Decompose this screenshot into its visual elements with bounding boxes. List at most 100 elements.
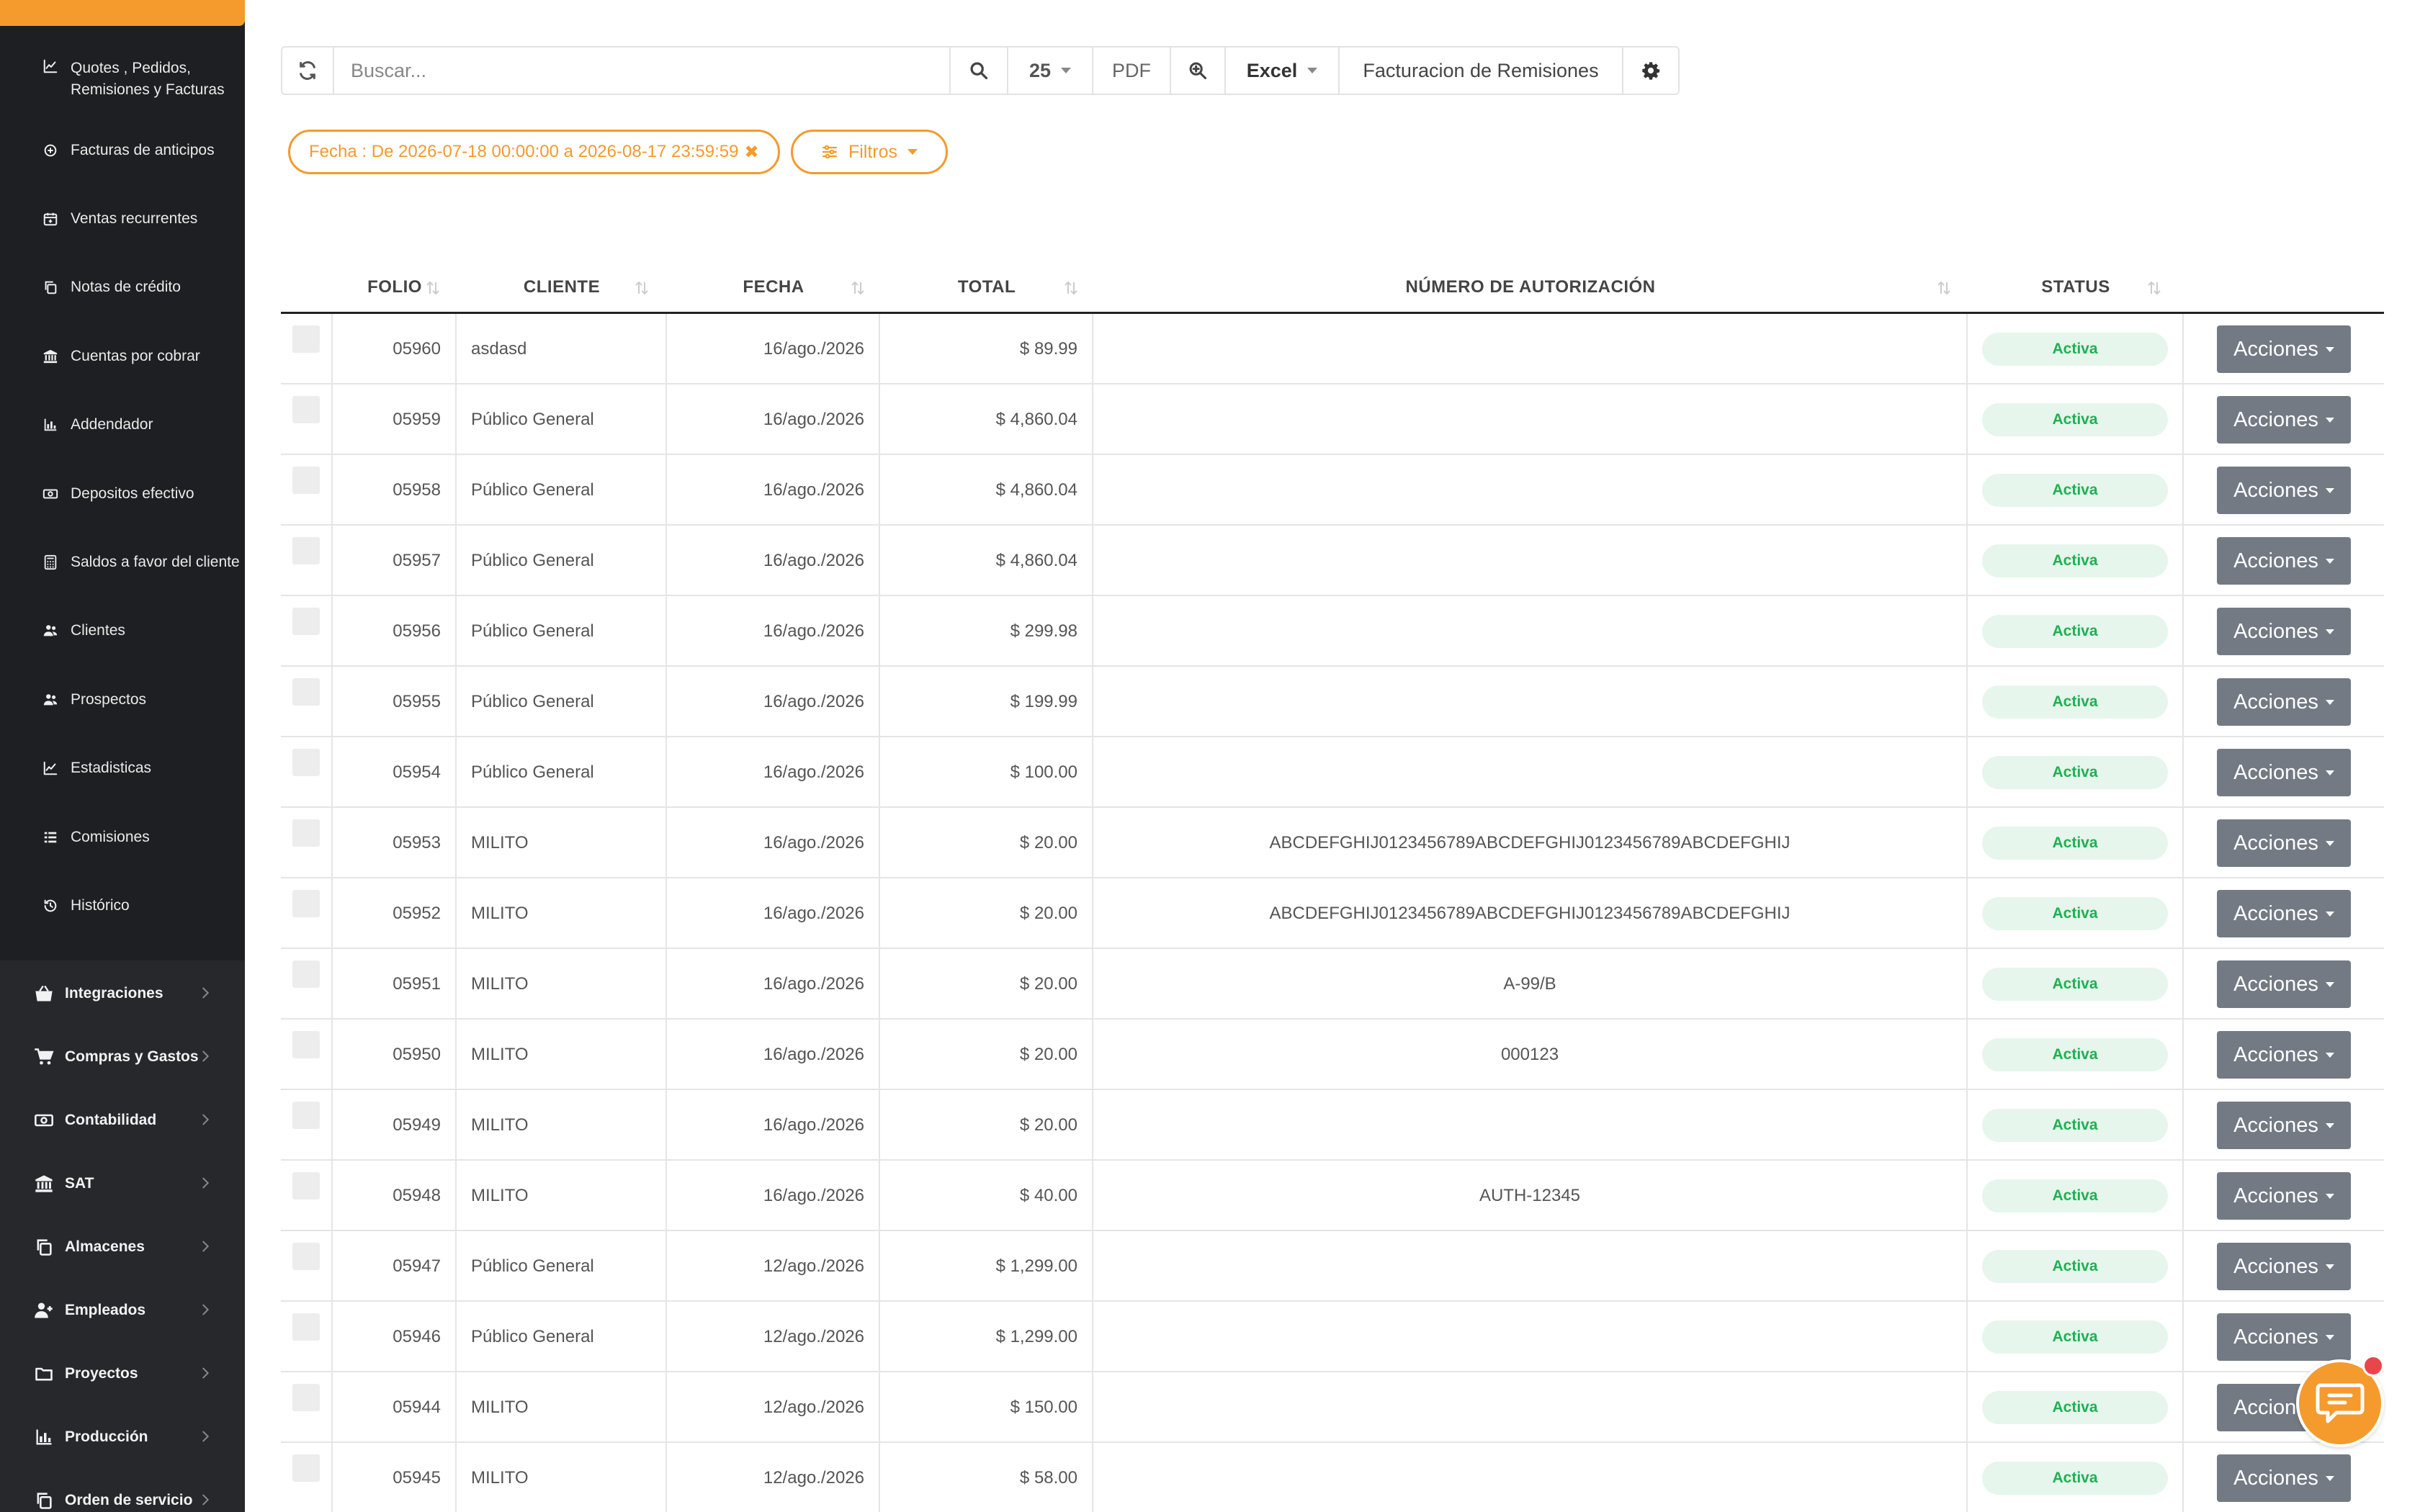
row-checkbox[interactable] — [292, 819, 320, 847]
actions-button[interactable]: Acciones — [2217, 467, 2351, 514]
actions-button[interactable]: Acciones — [2217, 960, 2351, 1008]
sidebar-subitem[interactable]: Quotes , Pedidos, Remisiones y Facturas — [0, 58, 245, 108]
sidebar-subitem[interactable]: Addendador — [0, 410, 245, 439]
row-checkbox[interactable] — [292, 608, 320, 635]
sidebar-subitem[interactable]: Comisiones — [0, 823, 245, 852]
row-checkbox[interactable] — [292, 1384, 320, 1411]
actions-button[interactable]: Acciones — [2217, 1313, 2351, 1361]
fecha-cell: 16/ago./2026 — [667, 596, 880, 667]
sidebar-subitem[interactable]: Depositos efectivo — [0, 480, 245, 508]
table-row[interactable]: 05954 Público General 16/ago./2026 $ 100.00… — [281, 737, 2384, 808]
status-cell: Activa — [1968, 596, 2184, 667]
sort-icon[interactable] — [1063, 279, 1079, 297]
actions-button[interactable]: Acciones — [2217, 678, 2351, 726]
sidebar-subitem[interactable]: Saldos a favor del cliente — [0, 548, 245, 577]
billing-remissions-button[interactable]: Facturacion de Remisiones — [1340, 48, 1623, 94]
folio-value: 05945 — [393, 1468, 441, 1488]
column-header-fecha[interactable]: FECHA — [667, 261, 880, 314]
column-header-total[interactable]: TOTAL — [880, 261, 1093, 314]
table-row[interactable]: 05948 MILITO 16/ago./2026 $ 40.00 AUTH-12345… — [281, 1161, 2384, 1231]
sidebar-item-compras-y-gastos[interactable]: Compras y Gastos — [0, 1035, 245, 1079]
sort-icon[interactable] — [634, 279, 650, 297]
autorizacion-cell — [1093, 526, 1968, 596]
refresh-button[interactable] — [282, 48, 334, 94]
table-row[interactable]: 05956 Público General 16/ago./2026 $ 299.98… — [281, 596, 2384, 667]
table-row[interactable]: 05957 Público General 16/ago./2026 $ 4,860.… — [281, 526, 2384, 596]
table-row[interactable]: 05960 asdasd 16/ago./2026 $ 89.99 Activa Acci… — [281, 314, 2384, 384]
table-row[interactable]: 05945 MILITO 12/ago./2026 $ 58.00 Activa Acci… — [281, 1443, 2384, 1512]
row-checkbox[interactable] — [292, 1031, 320, 1058]
sort-icon[interactable] — [1936, 279, 1952, 297]
actions-button[interactable]: Acciones — [2217, 537, 2351, 585]
sidebar-subitem[interactable]: Cuentas por cobrar — [0, 342, 245, 371]
sidebar-subitem[interactable]: Clientes — [0, 616, 245, 645]
table-row[interactable]: 05959 Público General 16/ago./2026 $ 4,860.… — [281, 384, 2384, 455]
sidebar-item-sat[interactable]: SAT — [0, 1162, 245, 1205]
table-row[interactable]: 05953 MILITO 16/ago./2026 $ 20.00 ABCDEFGHIJ… — [281, 808, 2384, 878]
sidebar-item-empleados[interactable]: Empleados — [0, 1289, 245, 1332]
table-row[interactable]: 05951 MILITO 16/ago./2026 $ 20.00 A-99/B Acti… — [281, 949, 2384, 1020]
table-row[interactable]: 05949 MILITO 16/ago./2026 $ 20.00 Activa Acci… — [281, 1090, 2384, 1161]
filters-button[interactable]: Filtros — [791, 130, 948, 174]
actions-button[interactable]: Acciones — [2217, 1243, 2351, 1290]
sidebar-subitem[interactable]: Estadisticas — [0, 754, 245, 783]
excel-dropdown[interactable]: Excel — [1226, 48, 1340, 94]
row-checkbox[interactable] — [292, 960, 320, 988]
sort-icon[interactable] — [425, 279, 441, 297]
sidebar-subitem[interactable]: Notas de crédito — [0, 273, 245, 302]
actions-button[interactable]: Acciones — [2217, 396, 2351, 444]
actions-button[interactable]: Acciones — [2217, 890, 2351, 937]
actions-button[interactable]: Acciones — [2217, 1454, 2351, 1502]
total-cell: $ 199.99 — [880, 667, 1093, 737]
actions-button[interactable]: Acciones — [2217, 1102, 2351, 1149]
row-checkbox[interactable] — [292, 1172, 320, 1200]
settings-button[interactable] — [1623, 48, 1678, 94]
row-checkbox[interactable] — [292, 1102, 320, 1129]
row-checkbox[interactable] — [292, 537, 320, 564]
row-checkbox[interactable] — [292, 678, 320, 706]
sidebar-item-almacenes[interactable]: Almacenes — [0, 1225, 245, 1269]
sidebar-subitem[interactable]: Histórico — [0, 891, 245, 920]
sidebar-subitem[interactable]: Prospectos — [0, 685, 245, 714]
pdf-button[interactable]: PDF — [1093, 48, 1171, 94]
folio-value: 05954 — [393, 762, 441, 782]
search-input[interactable] — [335, 48, 949, 94]
row-checkbox[interactable] — [292, 1313, 320, 1341]
row-checkbox[interactable] — [292, 890, 320, 917]
row-checkbox[interactable] — [292, 749, 320, 776]
table-row[interactable]: 05950 MILITO 16/ago./2026 $ 20.00 000123 Acti… — [281, 1020, 2384, 1090]
column-header-autorizacion[interactable]: NÚMERO DE AUTORIZACIÓN — [1093, 261, 1968, 314]
sidebar-item-contabilidad[interactable]: Contabilidad — [0, 1099, 245, 1142]
actions-button[interactable]: Acciones — [2217, 749, 2351, 796]
sidebar-item-integraciones[interactable]: Integraciones — [0, 972, 245, 1015]
sidebar-item-producci-n[interactable]: Producción — [0, 1416, 245, 1459]
actions-button[interactable]: Acciones — [2217, 819, 2351, 867]
row-checkbox[interactable] — [292, 1454, 320, 1482]
sidebar-item-orden-de-servicio[interactable]: Orden de servicio — [0, 1479, 245, 1512]
row-checkbox[interactable] — [292, 396, 320, 423]
table-row[interactable]: 05955 Público General 16/ago./2026 $ 199.99… — [281, 667, 2384, 737]
sidebar-active-section-ventas[interactable] — [0, 0, 245, 26]
table-row[interactable]: 05958 Público General 16/ago./2026 $ 4,860.… — [281, 455, 2384, 526]
sort-icon[interactable] — [850, 279, 866, 297]
row-checkbox[interactable] — [292, 325, 320, 353]
table-row[interactable]: 05952 MILITO 16/ago./2026 $ 20.00 ABCDEFGHIJ… — [281, 878, 2384, 949]
table-row[interactable]: 05946 Público General 12/ago./2026 $ 1,299.… — [281, 1302, 2384, 1372]
sidebar-subitem[interactable]: Ventas recurrentes — [0, 204, 245, 233]
table-row[interactable]: 05944 MILITO 12/ago./2026 $ 150.00 Activa Acc… — [281, 1372, 2384, 1443]
sidebar-item-proyectos[interactable]: Proyectos — [0, 1352, 245, 1395]
row-checkbox[interactable] — [292, 1243, 320, 1270]
zoom-button[interactable] — [1171, 48, 1226, 94]
date-filter-chip[interactable]: Fecha : De 2026-07-18 00:00:00 a 2026-08… — [288, 130, 780, 174]
table-row[interactable]: 05947 Público General 12/ago./2026 $ 1,299.… — [281, 1231, 2384, 1302]
actions-button[interactable]: Acciones — [2217, 608, 2351, 655]
actions-button[interactable]: Acciones — [2217, 1172, 2351, 1220]
search-button[interactable] — [951, 48, 1008, 94]
page-size-dropdown[interactable]: 25 — [1008, 48, 1093, 94]
sort-icon[interactable] — [2146, 279, 2162, 297]
sidebar-subitem[interactable]: Facturas de anticipos — [0, 136, 245, 165]
close-icon[interactable]: ✖ — [744, 142, 758, 163]
actions-button[interactable]: Acciones — [2217, 1031, 2351, 1079]
actions-button[interactable]: Acciones — [2217, 325, 2351, 373]
row-checkbox[interactable] — [292, 467, 320, 494]
